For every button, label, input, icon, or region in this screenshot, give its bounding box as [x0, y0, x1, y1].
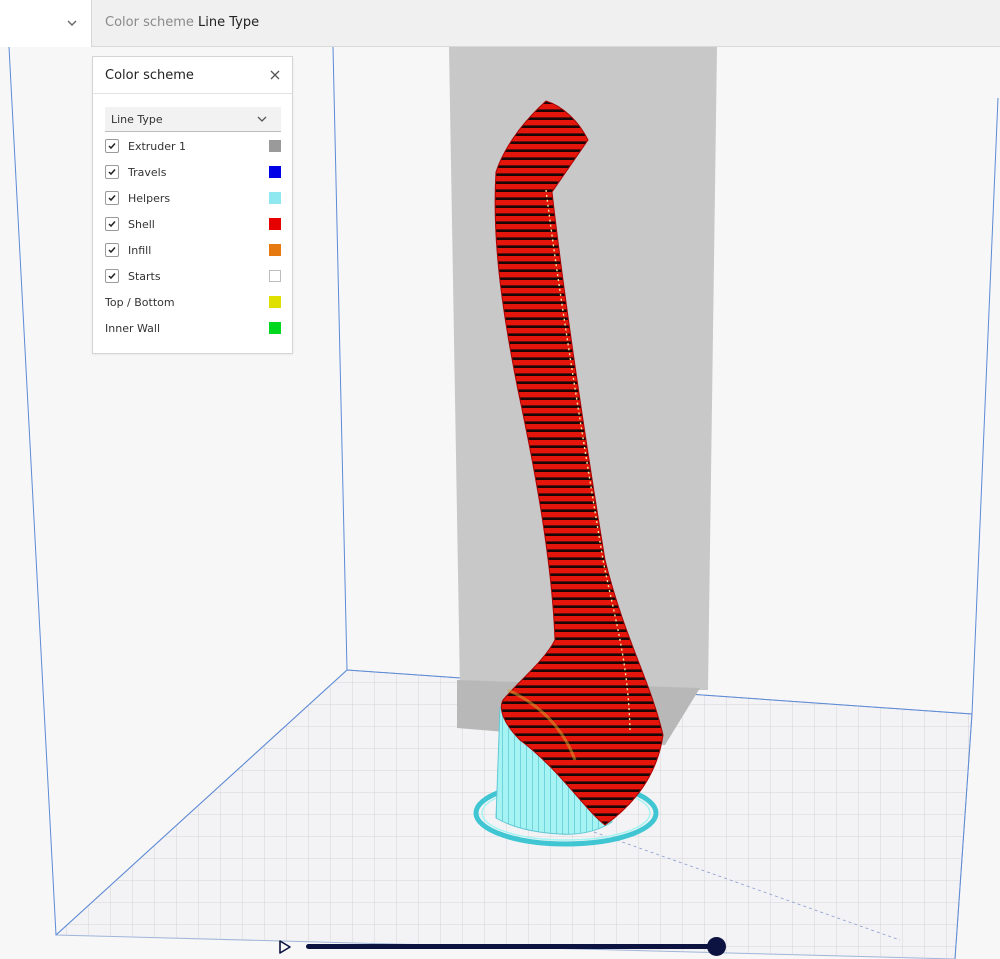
legend-label: Extruder 1 [128, 140, 187, 153]
chevron-down-icon [257, 116, 267, 122]
check-icon [108, 247, 116, 254]
check-icon [108, 221, 116, 228]
legend-label: Travels [128, 166, 167, 179]
check-icon [108, 195, 116, 202]
legend-checkbox[interactable] [105, 217, 119, 231]
check-icon [108, 273, 116, 280]
legend-checkbox[interactable] [105, 165, 119, 179]
legend-swatch [269, 296, 281, 308]
simulation-slider-handle[interactable] [706, 937, 726, 956]
legend-label: Infill [128, 244, 152, 257]
legend-swatch [269, 270, 281, 282]
color-scheme-label: Color scheme [105, 15, 194, 30]
legend-item[interactable]: Starts [105, 267, 281, 287]
panel-title: Color scheme [105, 68, 194, 83]
legend-label: Helpers [128, 192, 171, 205]
color-scheme-value[interactable]: Line Type [198, 15, 259, 30]
simulation-slider-track[interactable] [306, 944, 716, 949]
panel-header: Color scheme [93, 57, 292, 94]
legend-checkbox[interactable] [105, 191, 119, 205]
legend-item[interactable]: Infill [105, 241, 281, 261]
color-scheme-select[interactable]: Line Type [105, 107, 281, 132]
stage-dropdown[interactable] [0, 0, 92, 47]
check-icon [108, 143, 116, 150]
legend-label: Top / Bottom [105, 296, 175, 309]
close-icon[interactable] [269, 69, 281, 81]
legend-item[interactable]: Extruder 1 [105, 137, 281, 157]
color-scheme-select-value: Line Type [111, 113, 163, 126]
legend-swatch [269, 218, 281, 230]
legend-label: Inner Wall [105, 322, 160, 335]
legend-label: Shell [128, 218, 155, 231]
legend-checkbox[interactable] [105, 139, 119, 153]
legend-swatch [269, 192, 281, 204]
view-toolbar: Color scheme Line Type [0, 0, 1000, 47]
legend-item: Top / Bottom [105, 293, 281, 313]
legend-item[interactable]: Travels [105, 163, 281, 183]
color-scheme-panel: Color scheme Line Type Extruder 1 Travels… [92, 56, 293, 354]
legend-swatch [269, 244, 281, 256]
legend-checkbox[interactable] [105, 269, 119, 283]
legend-swatch [269, 140, 281, 152]
chevron-down-icon [67, 20, 77, 26]
play-icon[interactable] [277, 939, 293, 955]
legend-swatch [269, 166, 281, 178]
legend-swatch [269, 322, 281, 334]
legend-item[interactable]: Helpers [105, 189, 281, 209]
legend-label: Starts [128, 270, 161, 283]
legend-item[interactable]: Shell [105, 215, 281, 235]
legend-item: Inner Wall [105, 319, 281, 339]
legend-checkbox[interactable] [105, 243, 119, 257]
check-icon [108, 169, 116, 176]
